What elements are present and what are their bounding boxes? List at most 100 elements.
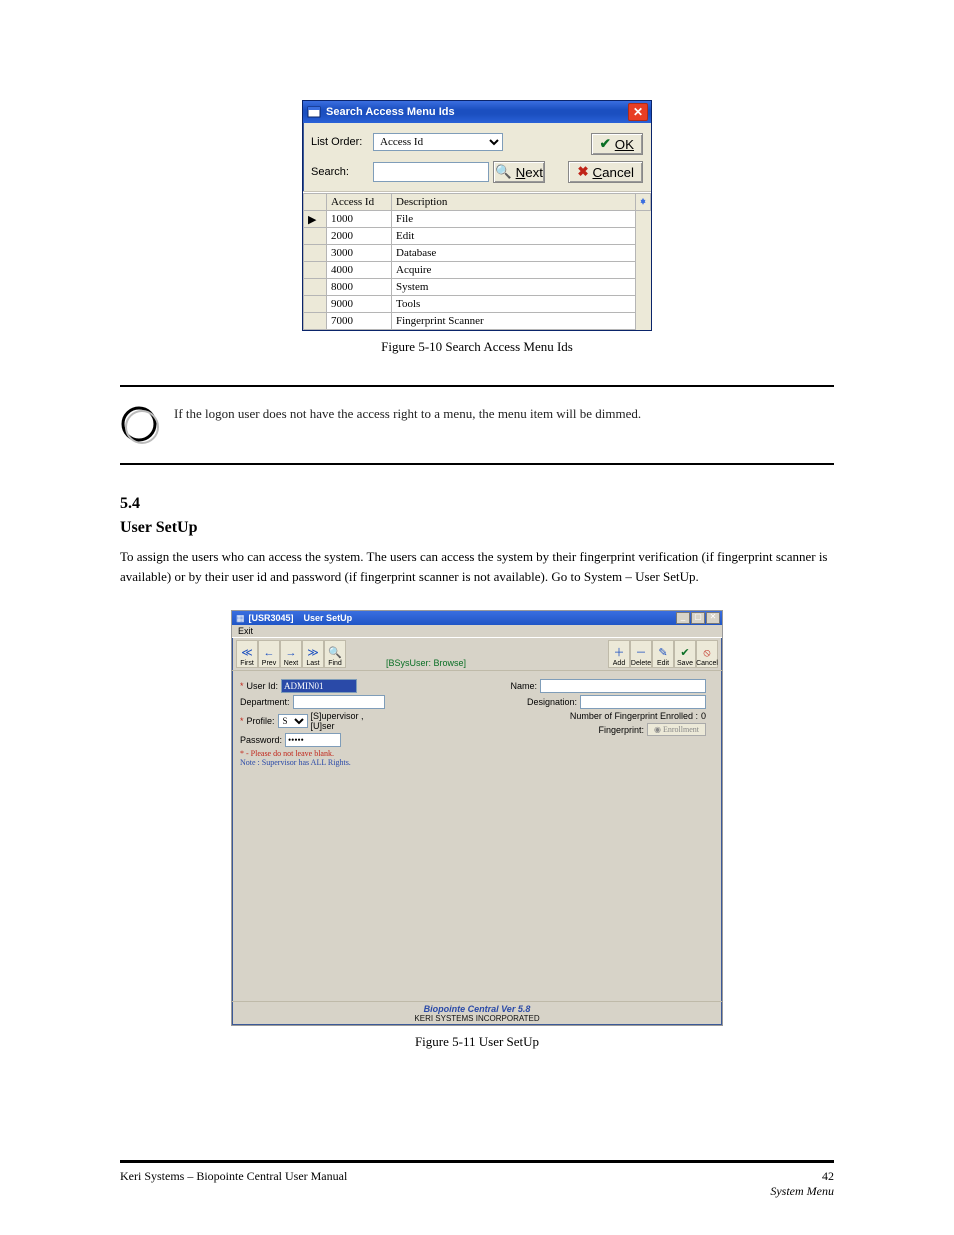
company-label: KERI SYSTEMS INCORPORATED — [232, 1014, 722, 1023]
divider — [120, 385, 834, 387]
search-icon: 🔍 — [495, 164, 512, 180]
first-button[interactable]: ≪First — [236, 640, 258, 668]
toolbar: ≪First ←Prev →Next ≫Last 🔍Find [BSysUser… — [232, 637, 722, 671]
search-label: Search: — [311, 166, 367, 178]
results-grid: Access Id Description ▴ ▾ ▶1000File 2000… — [303, 192, 651, 330]
delete-button[interactable]: －Delete — [630, 640, 652, 668]
scroll-down-icon[interactable]: ▾ — [636, 196, 650, 210]
mode-label: [BSysUser: Browse] — [346, 658, 608, 668]
close-icon[interactable]: ✕ — [628, 103, 648, 121]
footer-page: 42 — [822, 1169, 834, 1184]
note-text-tail: item will be dimmed. — [530, 406, 641, 421]
hint-required: * - Please do not leave blank. — [240, 749, 390, 758]
last-icon: ≫ — [307, 648, 319, 659]
maximize-icon[interactable]: ▢ — [691, 612, 705, 624]
fingerprint-icon: ◉ — [654, 725, 661, 734]
app-icon — [307, 105, 321, 119]
designation-field[interactable] — [580, 695, 706, 709]
note-circle-icon — [120, 405, 160, 445]
user-id-label: User Id: — [247, 681, 279, 691]
check-icon: ✔ — [600, 136, 611, 152]
designation-label: Designation: — [527, 697, 577, 707]
empty-area — [232, 771, 722, 1001]
menu-exit[interactable]: Exit — [232, 625, 722, 637]
search-window-title: Search Access Menu Ids — [326, 106, 455, 118]
figure-caption: Figure 5-10 Search Access Menu Ids — [120, 339, 834, 355]
col-access-id[interactable]: Access Id — [327, 194, 392, 211]
table-row[interactable]: 4000Acquire — [304, 262, 651, 279]
password-field[interactable] — [285, 733, 341, 747]
table-row[interactable]: 7000Fingerprint Scanner — [304, 313, 651, 330]
name-label: Name: — [510, 681, 537, 691]
user-setup-window: ▦ [USR3045] User SetUp _ ▢ ✕ Exit ≪First… — [231, 610, 723, 1026]
department-label: Department: — [240, 697, 290, 707]
profile-hint: [S]upervisor , [U]ser — [311, 711, 390, 731]
x-icon: ✖ — [577, 164, 588, 180]
edit-button[interactable]: ✎Edit — [652, 640, 674, 668]
prev-button[interactable]: ←Prev — [258, 640, 280, 668]
fp-enrolled-value: 0 — [701, 711, 706, 721]
list-order-select[interactable]: Access Id — [373, 133, 503, 151]
note-text-lead: If the logon user does not have the acce… — [174, 406, 530, 421]
check-icon: ✔ — [680, 648, 689, 659]
list-order-label: List Order: — [311, 136, 367, 148]
row-pointer-icon: ▶ — [304, 211, 327, 228]
ok-button[interactable]: ✔ OK — [591, 133, 643, 155]
divider — [120, 463, 834, 465]
figure-caption: Figure 5-11 User SetUp — [120, 1034, 834, 1050]
delete-icon: － — [636, 648, 647, 659]
status-bar: Biopointe Central Ver 5.8 KERI SYSTEMS I… — [232, 1001, 722, 1025]
next-icon: → — [286, 648, 297, 659]
profile-label: Profile: — [247, 716, 275, 726]
section-title: User SetUp — [120, 519, 834, 537]
close-icon[interactable]: ✕ — [706, 612, 720, 624]
next-button[interactable]: 🔍 Next — [493, 161, 545, 183]
col-description[interactable]: Description — [392, 194, 636, 211]
find-icon: 🔍 — [328, 648, 342, 659]
minimize-icon[interactable]: _ — [676, 612, 690, 624]
hint-supervisor: Note : Supervisor has ALL Rights. — [240, 758, 390, 767]
search-input[interactable] — [373, 162, 489, 182]
password-label: Password: — [240, 735, 282, 745]
figure-user-setup: ▦ [USR3045] User SetUp _ ▢ ✕ Exit ≪First… — [120, 610, 834, 1050]
save-button[interactable]: ✔Save — [674, 640, 696, 668]
table-row[interactable]: ▶1000File — [304, 211, 651, 228]
section-body: To assign the users who can access the s… — [120, 547, 834, 586]
name-field[interactable] — [540, 679, 706, 693]
cancel-icon: ⦸ — [703, 648, 710, 659]
footer-title: Keri Systems – Biopointe Central User Ma… — [120, 1169, 347, 1184]
search-titlebar: Search Access Menu Ids ✕ — [303, 101, 651, 123]
add-button[interactable]: ＋Add — [608, 640, 630, 668]
edit-icon: ✎ — [658, 648, 667, 659]
cancel-button[interactable]: ✖ Cancel — [568, 161, 643, 183]
first-icon: ≪ — [241, 648, 253, 659]
page-footer: Keri Systems – Biopointe Central User Ma… — [120, 1160, 834, 1199]
product-label: Biopointe Central Ver 5.8 — [232, 1004, 722, 1014]
enrollment-button[interactable]: ◉ Enrollment — [647, 723, 706, 736]
table-row[interactable]: 9000Tools — [304, 296, 651, 313]
prev-icon: ← — [264, 648, 275, 659]
footer-section: System Menu — [770, 1184, 834, 1199]
window-title: User SetUp — [304, 613, 353, 623]
profile-select[interactable]: S — [278, 714, 308, 728]
last-button[interactable]: ≫Last — [302, 640, 324, 668]
add-icon: ＋ — [614, 648, 625, 659]
fingerprint-label: Fingerprint: — [598, 725, 644, 735]
row-selector-header — [304, 194, 327, 211]
user-titlebar: ▦ [USR3045] User SetUp _ ▢ ✕ — [232, 611, 722, 625]
user-id-field[interactable] — [281, 679, 357, 693]
window-code: [USR3045] — [249, 613, 294, 623]
fp-enrolled-label: Number of Fingerprint Enrolled : — [570, 711, 698, 721]
cancel-button[interactable]: ⦸Cancel — [696, 640, 718, 668]
app-icon: ▦ — [236, 613, 245, 624]
figure-search-access: Search Access Menu Ids ✕ List Order: Acc… — [120, 100, 834, 355]
department-field[interactable] — [293, 695, 385, 709]
table-row[interactable]: 2000Edit — [304, 228, 651, 245]
note-callout: If the logon user does not have the acce… — [120, 405, 834, 445]
search-access-window: Search Access Menu Ids ✕ List Order: Acc… — [302, 100, 652, 331]
table-row[interactable]: 3000Database — [304, 245, 651, 262]
find-button[interactable]: 🔍Find — [324, 640, 346, 668]
next-button[interactable]: →Next — [280, 640, 302, 668]
section-number: 5.4 — [120, 495, 834, 513]
table-row[interactable]: 8000System — [304, 279, 651, 296]
